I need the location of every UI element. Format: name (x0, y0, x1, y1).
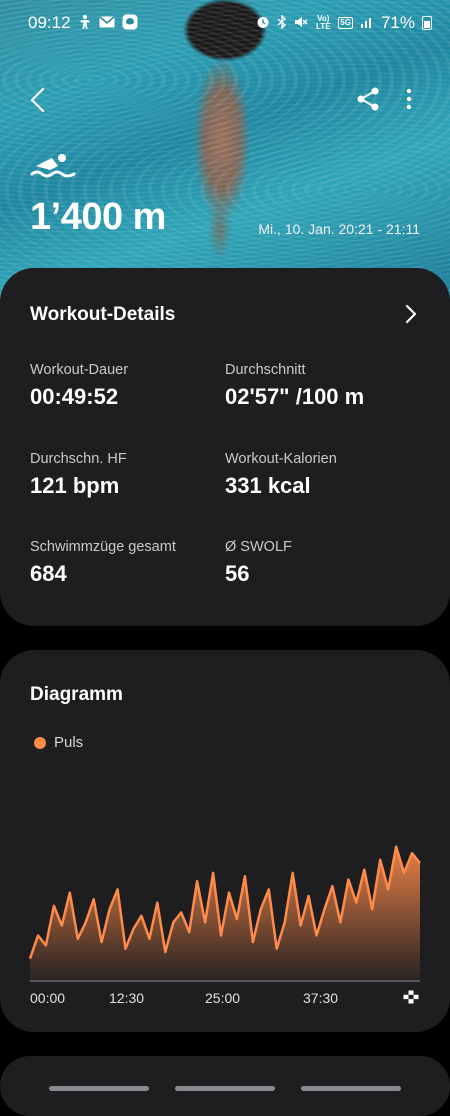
stat-average-pace: Durchschnitt 02'57" /100 m (225, 362, 364, 410)
stat-average-heart-rate: Durchschn. HF 121 bpm (30, 451, 127, 499)
stat-total-strokes: Schwimmzüge gesamt 684 (30, 539, 176, 587)
mute-icon (294, 15, 308, 31)
signal-icon (360, 16, 374, 30)
finish-flag-icon (403, 990, 419, 1004)
stat-swolf: Ø SWOLF 56 (225, 539, 292, 587)
stat-label: Ø SWOLF (225, 539, 292, 555)
share-icon (357, 87, 379, 111)
stat-value: 684 (30, 561, 67, 586)
workout-details-title: Workout-Details (30, 304, 176, 325)
battery-percent: 71% (380, 13, 415, 32)
nav-home-handle[interactable] (175, 1086, 275, 1091)
stat-label: Durchschn. HF (30, 451, 127, 467)
chart-card: Diagramm Puls 00:00 12:30 25:00 37:30 (0, 650, 450, 1032)
x-tick-label: 37:30 (303, 990, 339, 1006)
5g-icon: 5G (338, 17, 353, 29)
messenger-icon (122, 14, 138, 32)
stat-duration: Workout-Dauer 00:49:52 (30, 362, 128, 410)
stat-label: Workout-Kalorien (225, 451, 337, 467)
nav-back-handle[interactable] (301, 1086, 401, 1091)
x-tick-label: 25:00 (205, 990, 241, 1006)
x-tick-label: 00:00 (30, 990, 66, 1006)
stat-label: Durchschnitt (225, 362, 306, 378)
chevron-right-icon (405, 304, 417, 324)
battery-icon (422, 16, 432, 30)
share-button[interactable] (355, 86, 381, 112)
stat-label: Workout-Dauer (30, 362, 129, 378)
status-time: 09:12 (28, 13, 71, 32)
workout-date-time: Mi., 10. Jan. 20:21 - 21:11 (258, 221, 420, 237)
stat-value: 121 bpm (30, 473, 120, 498)
workout-details-open-button[interactable] (404, 304, 418, 324)
back-icon (30, 87, 45, 113)
x-tick-label: 12:30 (109, 990, 145, 1006)
workout-distance: 1’400 m (30, 196, 166, 238)
stat-value: 56 (225, 561, 250, 586)
stat-value: 00:49:52 (30, 384, 119, 409)
heart-rate-chart (28, 845, 421, 982)
workout-details-card: Workout-Details Workout-Dauer 00:49:52 D… (0, 268, 450, 626)
stat-label: Schwimmzüge gesamt (30, 539, 176, 555)
stat-value: 02'57" /100 m (225, 384, 365, 409)
stat-calories: Workout-Kalorien 331 kcal (225, 451, 337, 499)
accessibility-icon (78, 14, 92, 32)
alarm-icon (256, 15, 270, 31)
swimming-icon (30, 154, 76, 178)
stat-value: 331 kcal (225, 473, 311, 498)
hero-image: 09:12 Vo) LTE 5G 71% 1’400 m Mi., 10. Ja… (0, 0, 450, 300)
nav-recents-handle[interactable] (49, 1086, 149, 1091)
mail-icon (99, 16, 115, 30)
more-options-button[interactable] (400, 86, 418, 112)
volte-icon: Vo) LTE (316, 14, 331, 31)
status-bar: 09:12 Vo) LTE 5G 71% (28, 10, 432, 36)
more-icon (406, 88, 412, 110)
back-button[interactable] (26, 86, 52, 114)
bluetooth-icon (277, 14, 287, 31)
